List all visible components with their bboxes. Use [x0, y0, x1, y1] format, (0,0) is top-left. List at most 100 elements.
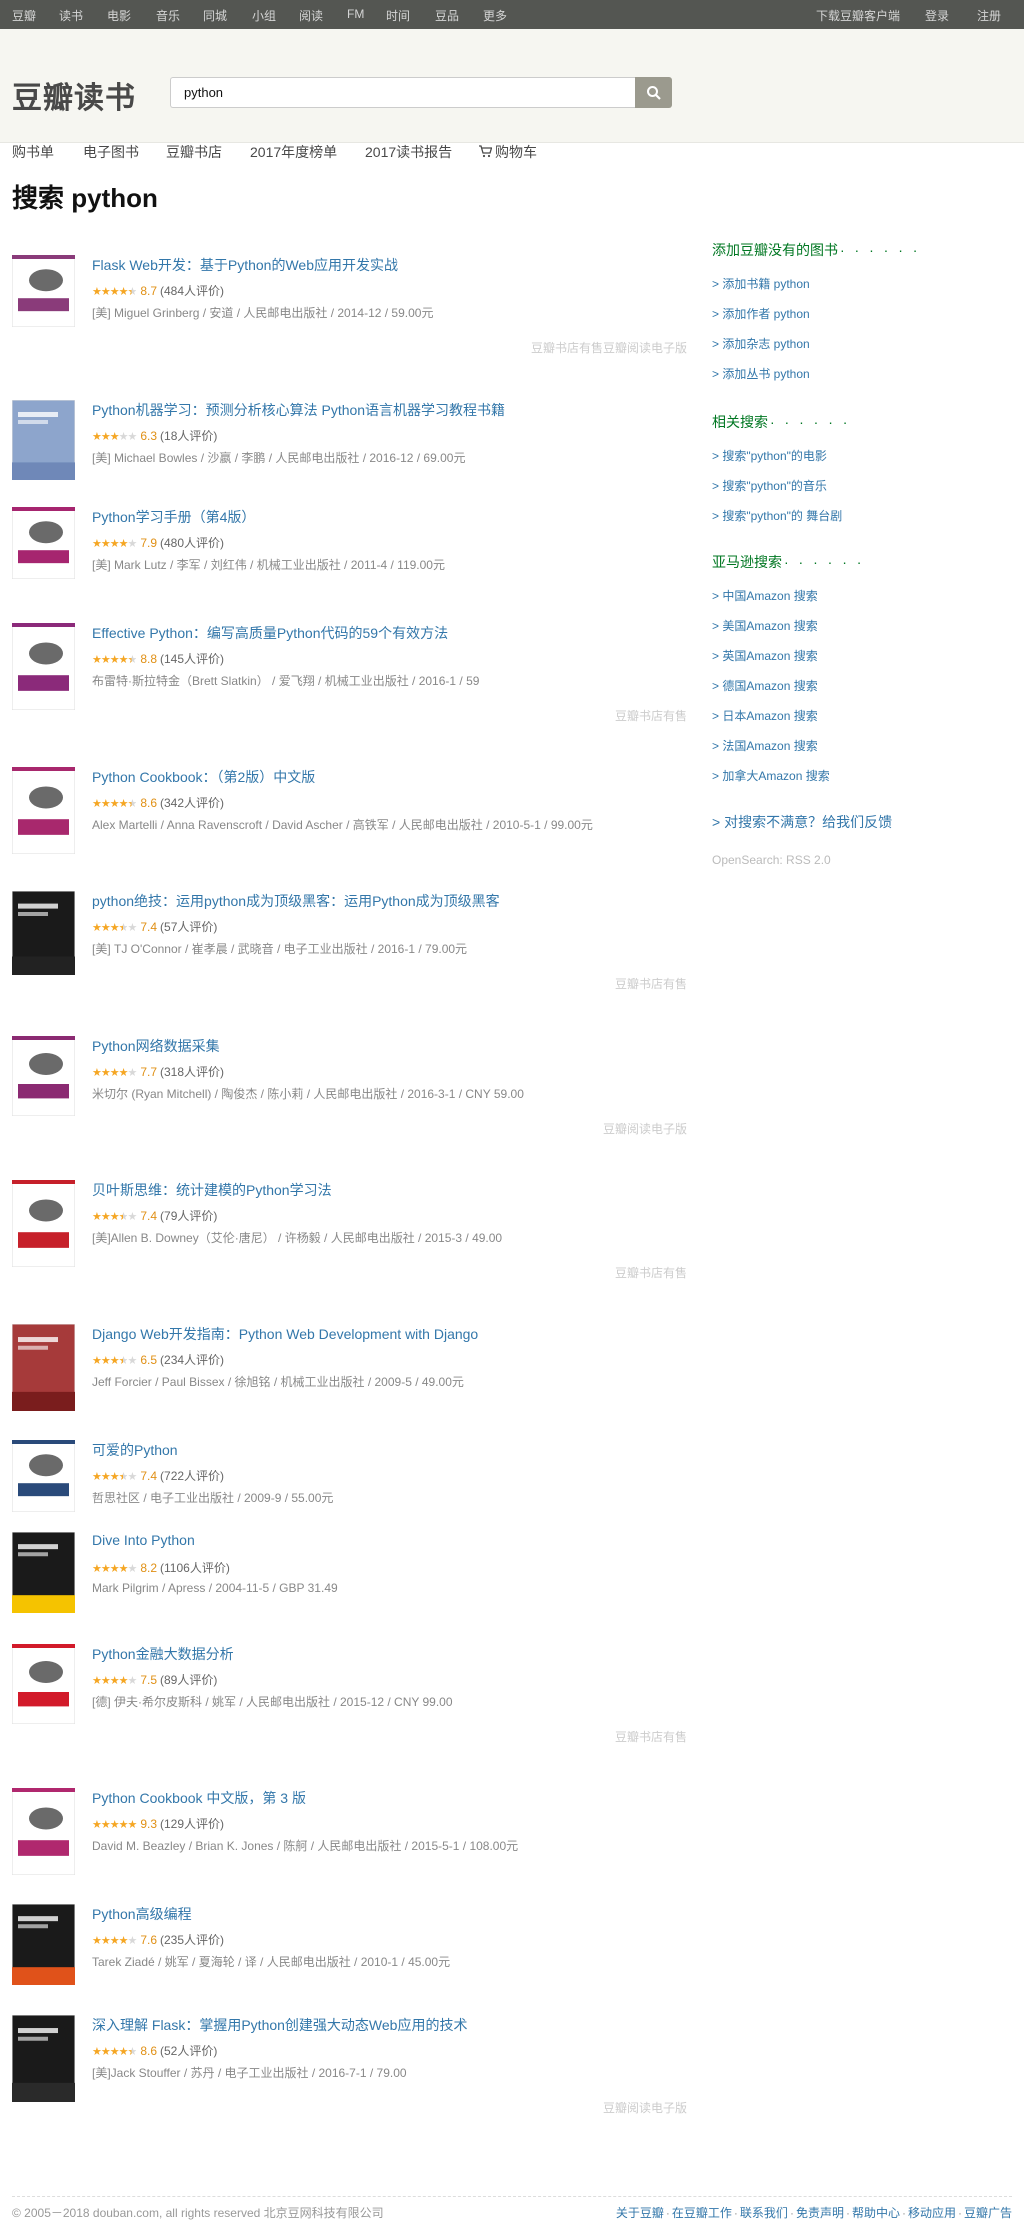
footer-link[interactable]: 帮助中心 [852, 2206, 900, 2220]
sidebar-link[interactable]: > 德国Amazon 搜索 [712, 677, 818, 694]
book-title-link[interactable]: Python高级编程 [92, 1904, 192, 1924]
rating-count[interactable]: (722人评价) [160, 1469, 224, 1483]
rating-count[interactable]: (57人评价) [160, 920, 217, 934]
book-cover[interactable] [12, 891, 75, 975]
global-nav-link[interactable]: 读书 [59, 7, 83, 24]
sidebar-link[interactable]: > 搜索"python"的音乐 [712, 477, 827, 494]
buy-link[interactable]: 豆瓣书店有售 [615, 709, 687, 723]
search-button[interactable] [635, 77, 672, 108]
book-title-link[interactable]: Python Cookbook：（第2版）中文版 [92, 767, 315, 787]
sidebar-link[interactable]: > 添加作者 python [712, 305, 810, 322]
global-nav-link[interactable]: 豆品 [435, 7, 459, 24]
sidebar-link[interactable]: > 日本Amazon 搜索 [712, 707, 818, 724]
buy-link[interactable]: 豆瓣书店有售 [615, 977, 687, 991]
sidebar-link[interactable]: > 搜索"python"的 舞台剧 [712, 507, 842, 524]
rating-count[interactable]: (1106人评价) [160, 1561, 230, 1575]
global-nav-link[interactable]: 时间 [386, 7, 410, 24]
sidebar-link[interactable]: > 添加书籍 python [712, 275, 810, 292]
result-item: Python高级编程 ★★★★★ 7.6 (235人评价) Tarek Ziadé / … [12, 1904, 687, 2004]
sub-nav-item[interactable]: 2017读书报告 [365, 142, 452, 162]
rating-count[interactable]: (52人评价) [160, 2044, 217, 2058]
book-title-link[interactable]: Dive Into Python [92, 1532, 195, 1548]
sub-nav-item[interactable]: 购书单 [12, 142, 54, 162]
book-title-link[interactable]: Flask Web开发：基于Python的Web应用开发实战 [92, 255, 398, 275]
sub-nav-item[interactable]: 豆瓣书店 [166, 142, 222, 162]
book-title-link[interactable]: 可爱的Python [92, 1440, 178, 1460]
rating-count[interactable]: (89人评价) [160, 1673, 217, 1687]
footer-link[interactable]: 豆瓣广告 [964, 2206, 1012, 2220]
opensearch-link[interactable]: OpenSearch: RSS 2.0 [712, 853, 831, 867]
sidebar-link[interactable]: > 搜索"python"的电影 [712, 447, 827, 464]
book-title-link[interactable]: Python金融大数据分析 [92, 1644, 234, 1664]
global-nav-account-link[interactable]: 下载豆瓣客户端 [816, 7, 900, 24]
book-cover[interactable] [12, 623, 75, 710]
book-title-link[interactable]: Python Cookbook 中文版，第 3 版 [92, 1788, 306, 1808]
book-title-link[interactable]: Python学习手册（第4版） [92, 507, 255, 527]
sidebar-link[interactable]: > 美国Amazon 搜索 [712, 617, 818, 634]
sidebar-link[interactable]: > 添加杂志 python [712, 335, 810, 352]
global-nav-link[interactable]: 豆瓣 [12, 7, 36, 24]
buy-link[interactable]: 豆瓣书店有售 [615, 1266, 687, 1280]
book-cover[interactable] [12, 1788, 75, 1875]
sidebar-link[interactable]: > 中国Amazon 搜索 [712, 587, 818, 604]
book-cover[interactable] [12, 1324, 75, 1411]
sub-nav-item[interactable]: 2017年度榜单 [250, 142, 337, 162]
sidebar-link[interactable]: > 加拿大Amazon 搜索 [712, 767, 830, 784]
book-title-link[interactable]: Django Web开发指南：Python Web Development wi… [92, 1324, 478, 1344]
global-nav-link[interactable]: FM [347, 7, 364, 21]
footer-link[interactable]: 免责声明 [796, 2206, 844, 2220]
rating-count[interactable]: (145人评价) [160, 652, 224, 666]
book-title-link[interactable]: python绝技：运用python成为顶级黑客：运用Python成为顶级黑客 [92, 891, 500, 911]
book-cover[interactable] [12, 767, 75, 854]
sidebar-link[interactable]: > 添加丛书 python [712, 365, 810, 382]
sidebar-link[interactable]: > 英国Amazon 搜索 [712, 647, 818, 664]
footer-link[interactable]: 关于豆瓣 [616, 2206, 664, 2220]
site-logo[interactable]: 豆瓣读书 [12, 73, 136, 117]
buy-link[interactable]: 豆瓣阅读电子版 [603, 2101, 687, 2115]
global-nav-link[interactable]: 电影 [107, 7, 131, 24]
global-nav-account-link[interactable]: 注册 [977, 7, 1001, 24]
book-title-link[interactable]: Effective Python：编写高质量Python代码的59个有效方法 [92, 623, 448, 643]
book-cover[interactable] [12, 507, 75, 579]
book-cover[interactable] [12, 1904, 75, 1985]
global-nav-link[interactable]: 音乐 [156, 7, 180, 24]
sub-nav-item[interactable]: 电子图书 [83, 142, 139, 162]
book-title-link[interactable]: Python网络数据采集 [92, 1036, 220, 1056]
book-cover[interactable] [12, 2015, 75, 2102]
rating-count[interactable]: (318人评价) [160, 1065, 224, 1079]
rating-count[interactable]: (480人评价) [160, 536, 224, 550]
book-cover[interactable] [12, 400, 75, 480]
buy-link[interactable]: 豆瓣阅读电子版 [603, 1122, 687, 1136]
global-nav-link[interactable]: 同城 [203, 7, 227, 24]
global-nav-link[interactable]: 更多 [483, 7, 507, 24]
book-cover[interactable] [12, 1180, 75, 1267]
rating-count[interactable]: (234人评价) [160, 1353, 224, 1367]
rating-count[interactable]: (484人评价) [160, 284, 224, 298]
rating-count[interactable]: (18人评价) [160, 429, 217, 443]
global-nav-link[interactable]: 阅读 [299, 7, 323, 24]
rating-count[interactable]: (79人评价) [160, 1209, 217, 1223]
book-cover[interactable] [12, 1532, 75, 1613]
search-input[interactable] [170, 77, 635, 108]
book-cover[interactable] [12, 255, 75, 327]
rating-count[interactable]: (235人评价) [160, 1933, 224, 1947]
sub-nav-item[interactable]: 购物车 [478, 142, 537, 162]
sidebar-link[interactable]: > 法国Amazon 搜索 [712, 737, 818, 754]
book-cover[interactable] [12, 1440, 75, 1512]
book-cover[interactable] [12, 1036, 75, 1116]
book-title-link[interactable]: Python机器学习：预测分析核心算法 Python语言机器学习教程书籍 [92, 400, 505, 420]
footer-link[interactable]: 移动应用 [908, 2206, 956, 2220]
buy-link[interactable]: 豆瓣书店有售 [531, 341, 603, 355]
global-nav-account-link[interactable]: 登录 [925, 7, 949, 24]
buy-link[interactable]: 豆瓣书店有售 [615, 1730, 687, 1744]
rating-count[interactable]: (129人评价) [160, 1817, 224, 1831]
rating-count[interactable]: (342人评价) [160, 796, 224, 810]
footer-link[interactable]: 联系我们 [740, 2206, 788, 2220]
book-title-link[interactable]: 深入理解 Flask：掌握用Python创建强大动态Web应用的技术 [92, 2015, 467, 2035]
buy-link[interactable]: 豆瓣阅读电子版 [603, 341, 687, 355]
book-cover[interactable] [12, 1644, 75, 1724]
global-nav-link[interactable]: 小组 [252, 7, 276, 24]
feedback-link[interactable]: > 对搜索不满意？给我们反馈 [712, 812, 892, 832]
book-title-link[interactable]: 贝叶斯思维：统计建模的Python学习法 [92, 1180, 332, 1200]
footer-link[interactable]: 在豆瓣工作 [672, 2206, 732, 2220]
